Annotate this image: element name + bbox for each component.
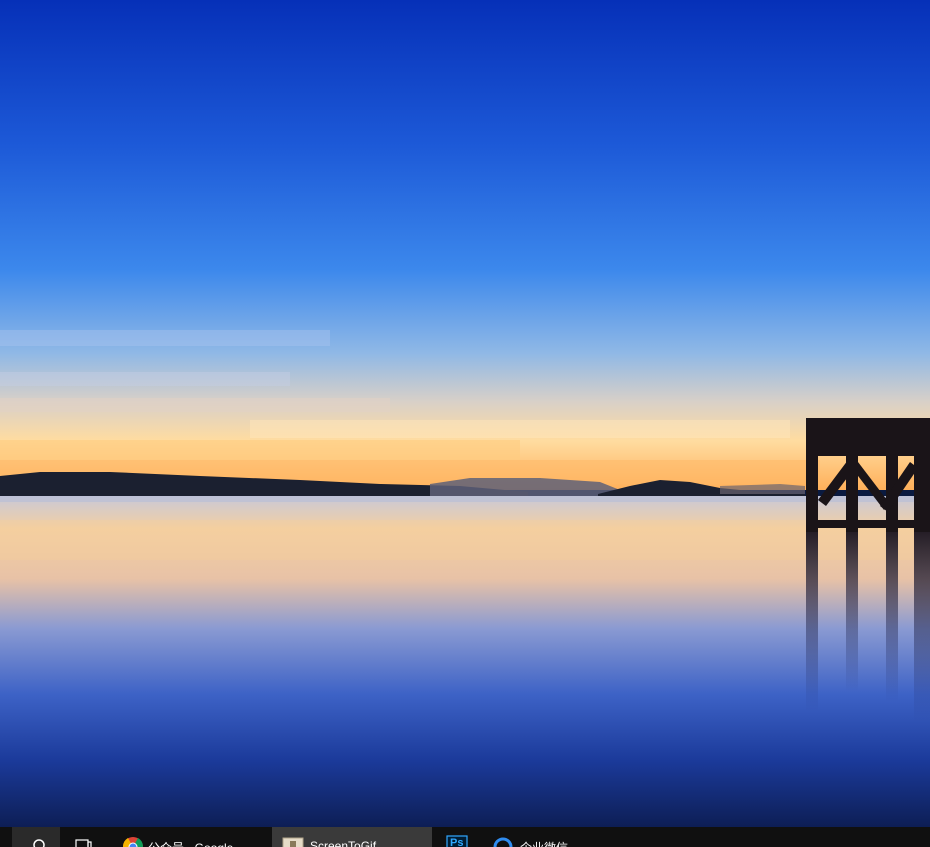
photoshop-label: Ps [450,837,464,847]
wecom-icon [493,837,513,847]
wecom-window-label: 企业微信 [520,839,568,847]
taskbar-chrome-window[interactable]: 公众号 - Google [112,827,268,847]
taskbar-task-view-button[interactable] [66,827,106,847]
taskbar-photoshop-window[interactable]: Ps [436,827,476,847]
taskbar-screentogif-window[interactable]: ScreenToGif [272,827,432,847]
task-view-icon [75,839,92,847]
taskbar-search-button[interactable] [12,827,60,847]
taskbar: 公众号 - Google ScreenToGif Ps 企业微信 [0,827,930,847]
wallpaper-image [0,0,930,827]
screentogif-window-label: ScreenToGif [310,839,377,847]
chrome-icon [122,837,144,847]
taskbar-wecom-window[interactable]: 企业微信 [482,827,592,847]
screentogif-icon [282,837,304,847]
search-icon [33,839,45,847]
chrome-window-label: 公众号 - Google [148,839,233,847]
desktop-wallpaper [0,0,930,847]
